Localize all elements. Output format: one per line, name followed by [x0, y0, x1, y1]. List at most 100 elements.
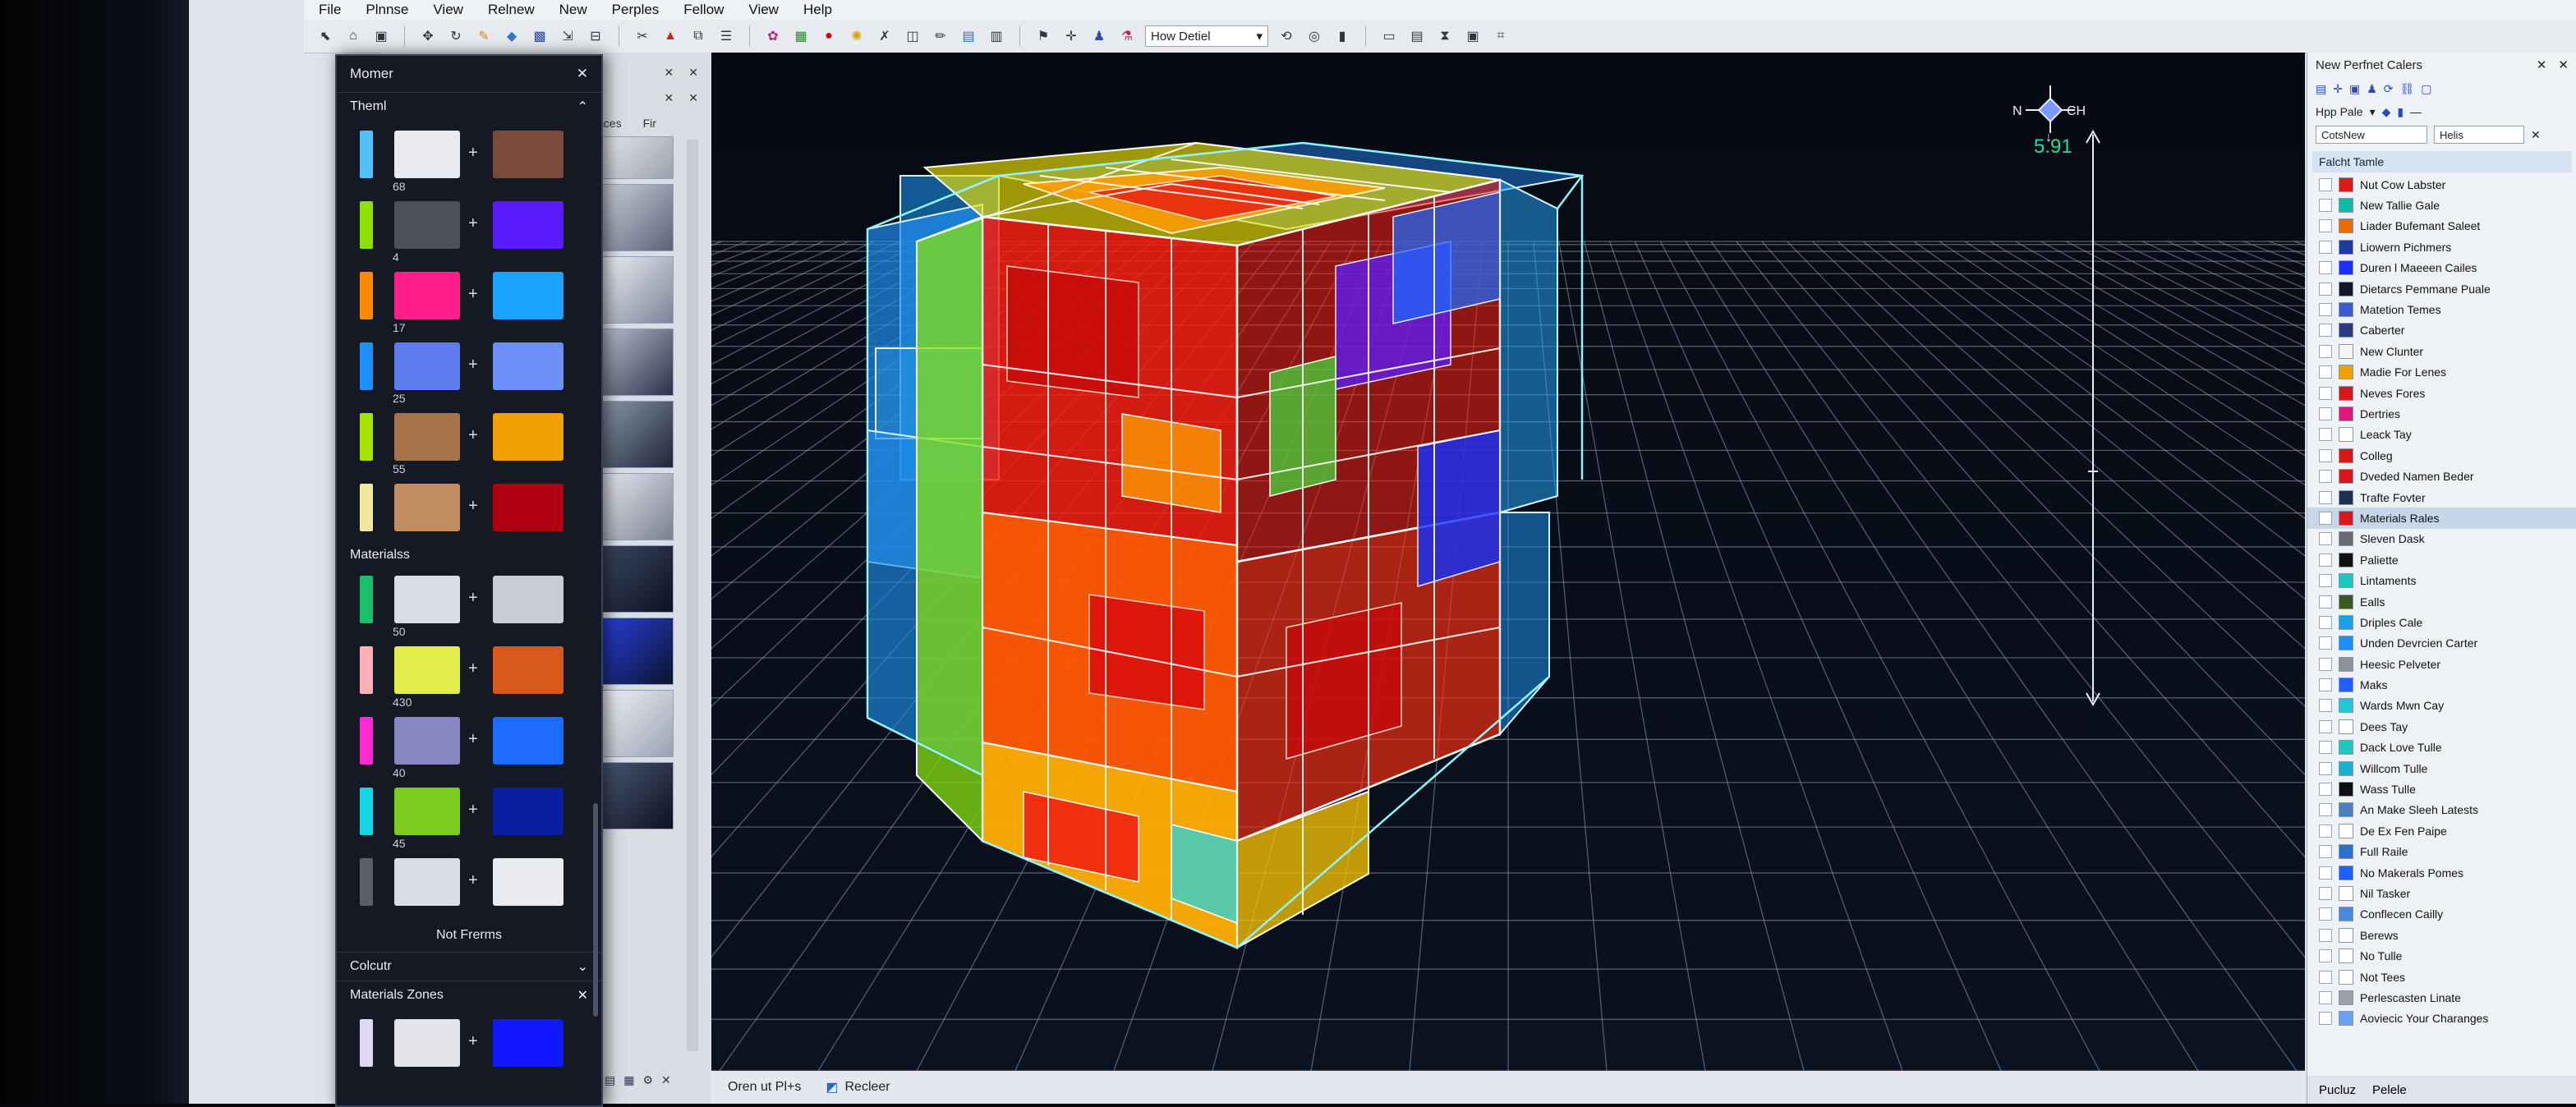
theme-swatch-target[interactable] — [493, 484, 564, 531]
clipboard-icon[interactable]: ▥ — [987, 26, 1006, 46]
menu-new[interactable]: New — [559, 2, 587, 18]
tag-icon[interactable]: ◆ — [2382, 105, 2391, 119]
theme-swatch[interactable] — [394, 131, 460, 178]
theme-swatch[interactable] — [394, 272, 460, 319]
material-list-item[interactable]: Liowern Pichmers — [2307, 237, 2576, 257]
item-checkbox[interactable] — [2319, 970, 2332, 984]
rotate-icon[interactable]: ↻ — [446, 26, 466, 46]
status-open-label[interactable]: Oren ut Pl+s — [728, 1080, 801, 1095]
material-list-item[interactable]: Nil Tasker — [2307, 883, 2576, 903]
material-list-item[interactable]: No Tulle — [2307, 945, 2576, 966]
material-list-item[interactable]: Not Tees — [2307, 967, 2576, 987]
theme-swatch[interactable] — [394, 342, 460, 390]
zone-swatch-target[interactable] — [493, 1019, 564, 1067]
scissors-icon[interactable]: ✂ — [632, 26, 652, 46]
theme-swatch[interactable] — [394, 413, 460, 461]
select-icon[interactable]: ⬉ — [315, 26, 335, 46]
item-checkbox[interactable] — [2319, 636, 2332, 650]
window-icon[interactable]: ▭ — [1379, 26, 1399, 46]
theme-swatch-target[interactable] — [493, 131, 564, 178]
palette-dropdown[interactable]: Hpp Pale — [2316, 105, 2363, 118]
thumbnail[interactable] — [601, 401, 674, 468]
bookmark-icon[interactable]: ▮ — [2397, 105, 2404, 119]
close-icon[interactable]: ✕ — [2531, 128, 2541, 142]
material-list-item[interactable]: Dack Love Tulle — [2307, 737, 2576, 758]
settings-icon[interactable]: ⚙ — [642, 1073, 653, 1087]
material-list-item[interactable]: Dees Tay — [2307, 716, 2576, 737]
minus-icon[interactable]: — — [2410, 105, 2422, 118]
material-panel-scrollbar[interactable] — [593, 803, 598, 1017]
material-swatch[interactable] — [394, 646, 460, 694]
material-list-item[interactable]: Wass Tulle — [2307, 779, 2576, 799]
material-row[interactable]: + — [337, 848, 601, 919]
material-list-item[interactable]: Lintaments — [2307, 570, 2576, 590]
light-icon[interactable]: ✺ — [847, 26, 867, 46]
material-list-item[interactable]: Materials Rales — [2307, 508, 2576, 529]
menu-fellow[interactable]: Fellow — [683, 2, 724, 18]
item-checkbox[interactable] — [2319, 928, 2332, 942]
item-checkbox[interactable] — [2319, 470, 2332, 484]
view-icon[interactable]: ◎ — [1304, 26, 1324, 46]
material-icon[interactable]: ✿ — [763, 26, 783, 46]
material-list-item[interactable]: Dietarcs Pemmane Puale — [2307, 278, 2576, 299]
item-checkbox[interactable] — [2319, 824, 2332, 838]
material-list-item[interactable]: Maks — [2307, 674, 2576, 695]
record-icon[interactable]: ● — [819, 26, 839, 46]
material-swatch-target[interactable] — [493, 646, 564, 694]
home-icon[interactable]: ⌂ — [343, 26, 363, 46]
frame-icon[interactable]: ▢ — [2421, 82, 2431, 96]
close-icon[interactable]: ✕ — [577, 987, 588, 1004]
item-checkbox[interactable] — [2319, 845, 2332, 859]
material-list-item[interactable]: Unden Devrcien Carter — [2307, 633, 2576, 654]
material-list-item[interactable]: Driples Cale — [2307, 612, 2576, 632]
clone-icon[interactable]: ⧉ — [688, 26, 708, 46]
material-list-item[interactable]: Perlescasten Linate — [2307, 987, 2576, 1008]
item-checkbox[interactable] — [2319, 282, 2332, 296]
footer-button-pelele[interactable]: Pelele — [2372, 1083, 2407, 1097]
material-list-item[interactable]: Liader Bufemant Saleet — [2307, 216, 2576, 237]
item-checkbox[interactable] — [2319, 407, 2332, 420]
material-list-item[interactable]: Nut Cow Labster — [2307, 174, 2576, 195]
save-icon[interactable]: ▣ — [2349, 82, 2360, 96]
texture-icon[interactable]: ▦ — [791, 26, 811, 46]
item-checkbox[interactable] — [2319, 428, 2332, 442]
flask-icon[interactable]: ⚗ — [1117, 26, 1137, 46]
scale-icon[interactable]: ⇲ — [558, 26, 577, 46]
material-swatch-target[interactable] — [493, 576, 564, 623]
measure-icon[interactable]: ⊟ — [586, 26, 605, 46]
material-list-item[interactable]: Ealls — [2307, 591, 2576, 612]
material-swatch[interactable] — [394, 788, 460, 835]
theme-row[interactable]: +4 — [337, 191, 601, 264]
item-checkbox[interactable] — [2319, 490, 2332, 504]
thumbnail[interactable] — [601, 762, 674, 829]
item-checkbox[interactable] — [2319, 907, 2332, 921]
item-checkbox[interactable] — [2319, 741, 2332, 755]
material-swatch[interactable] — [394, 576, 460, 623]
item-checkbox[interactable] — [2319, 511, 2332, 525]
material-list-item[interactable]: Dveded Namen Beder — [2307, 466, 2576, 486]
material-list-item[interactable]: Willcom Tulle — [2307, 758, 2576, 779]
close-icon[interactable]: ✕ — [2537, 57, 2547, 72]
status-render-item[interactable]: ◩ Recleer — [826, 1079, 890, 1096]
item-checkbox[interactable] — [2319, 386, 2332, 400]
material-row[interactable]: +430 — [337, 636, 601, 709]
theme-row[interactable]: + — [337, 474, 601, 544]
material-list-item[interactable]: New Clunter — [2307, 341, 2576, 361]
menu-file[interactable]: File — [319, 2, 341, 18]
theme-swatch-target[interactable] — [493, 413, 564, 461]
item-checkbox[interactable] — [2319, 574, 2332, 588]
material-list-item[interactable]: Dertries — [2307, 403, 2576, 424]
material-list-item[interactable]: De Ex Fen Paipe — [2307, 820, 2576, 841]
material-list-item[interactable]: Paliette — [2307, 549, 2576, 570]
item-checkbox[interactable] — [2319, 719, 2332, 733]
item-checkbox[interactable] — [2319, 990, 2332, 1004]
list-icon[interactable]: ▤ — [605, 1073, 615, 1087]
item-checkbox[interactable] — [2319, 949, 2332, 963]
brush-icon[interactable]: ◆ — [502, 26, 522, 46]
thumbnail[interactable] — [601, 256, 674, 324]
thumbnail[interactable] — [601, 328, 674, 396]
item-checkbox[interactable] — [2319, 219, 2332, 233]
screen-icon[interactable]: ▣ — [1463, 26, 1483, 46]
save-icon[interactable]: ▣ — [371, 26, 391, 46]
list-icon[interactable]: ▤ — [2316, 82, 2326, 96]
